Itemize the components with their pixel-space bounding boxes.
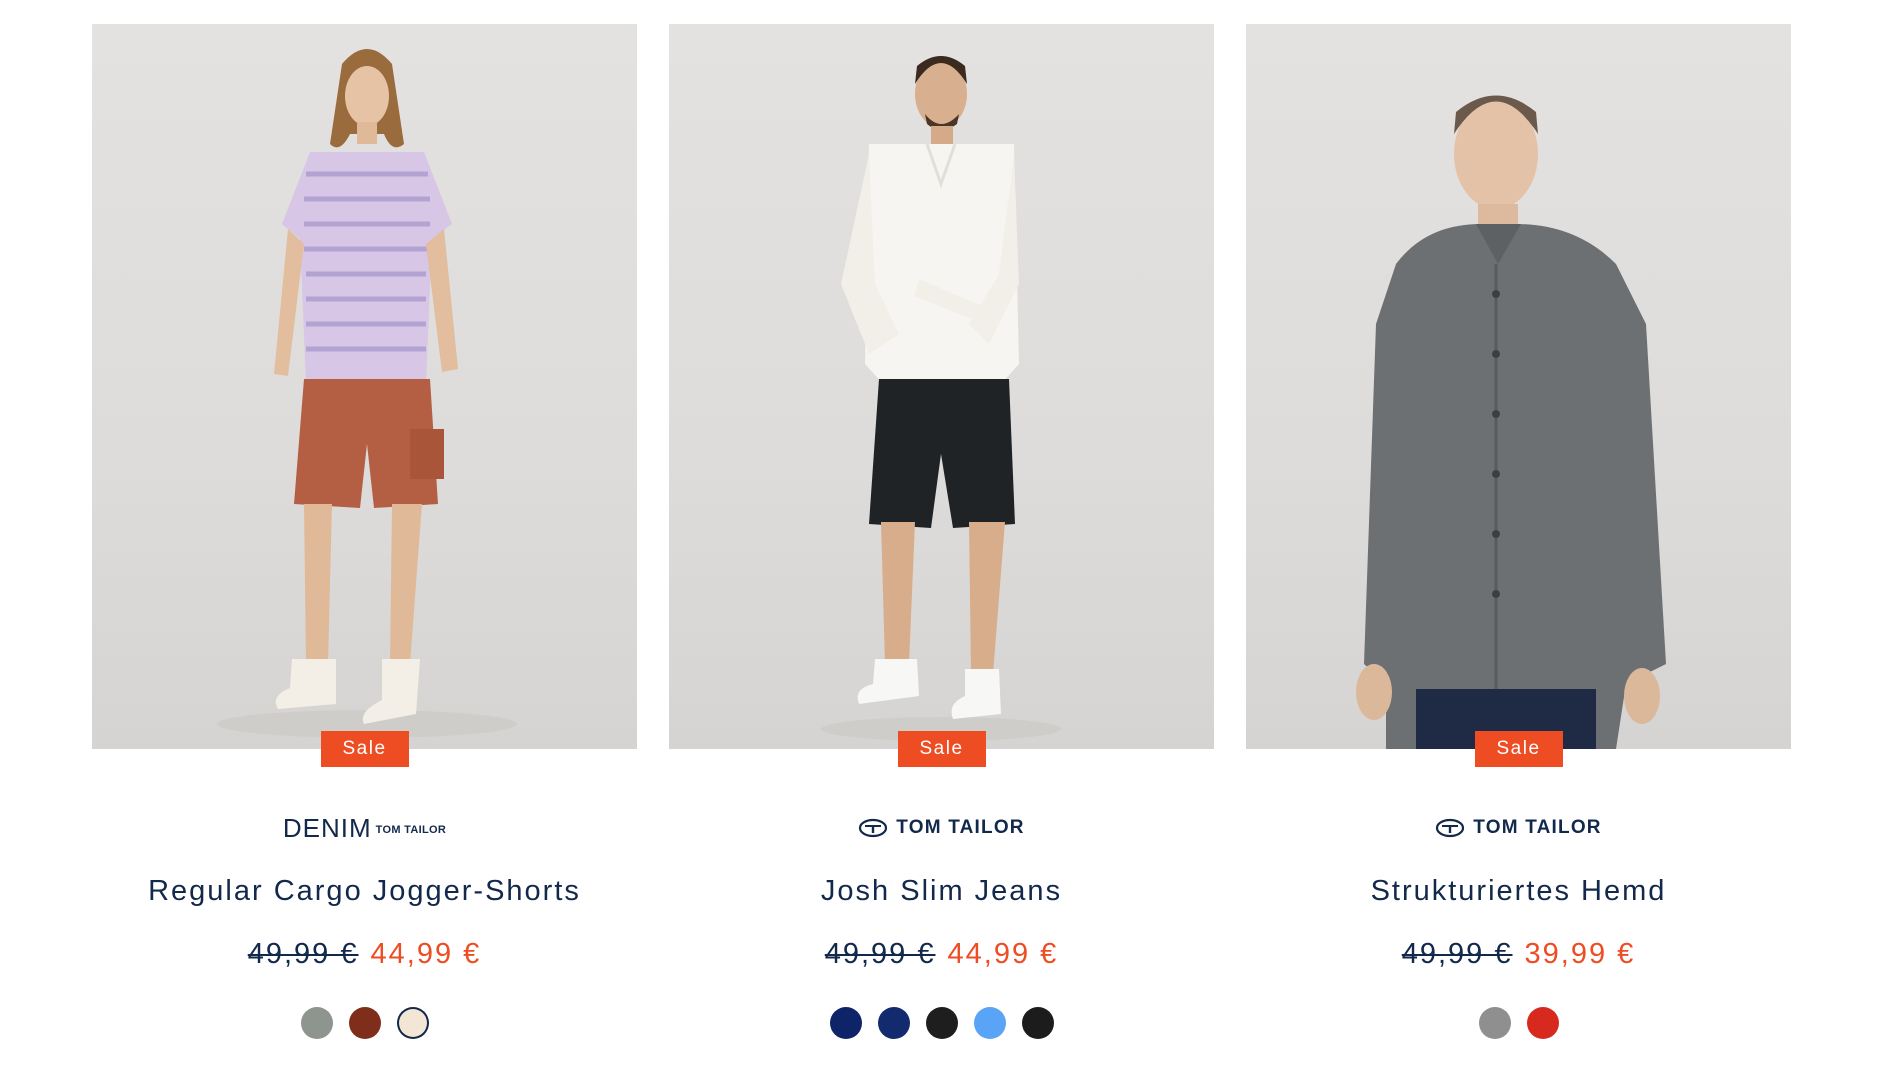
model-illustration: [217, 49, 517, 738]
model-illustration: [821, 56, 1061, 741]
product-image[interactable]: [92, 24, 637, 749]
product-title[interactable]: Regular Cargo Jogger-Shorts: [148, 875, 581, 908]
color-swatch[interactable]: [348, 1007, 381, 1039]
original-price: 49,99 €: [824, 938, 936, 970]
color-swatches: [300, 1007, 429, 1039]
price-block: 49,99 € 39,99 €: [1402, 938, 1636, 971]
product-title[interactable]: Josh Slim Jeans: [821, 875, 1062, 908]
brand-logo-tomtailor-small: TOM TAILOR: [375, 824, 447, 836]
price-block: 49,99 € 44,99 €: [825, 938, 1059, 971]
product-grid: Sale DENIM TOM TAILOR Regular Cargo Jogg…: [92, 24, 1791, 1039]
product-title[interactable]: Strukturiertes Hemd: [1371, 875, 1667, 908]
price-block: 49,99 € 44,99 €: [248, 938, 482, 971]
color-swatch[interactable]: [1526, 1007, 1559, 1039]
product-card[interactable]: Sale TOM TAILOR Josh Slim Jeans 49,99 € …: [669, 24, 1214, 1039]
color-swatches: [829, 1007, 1054, 1039]
brand-logo[interactable]: TOM TAILOR: [858, 813, 1024, 843]
sale-price: 44,99 €: [370, 938, 482, 970]
product-image-container[interactable]: Sale: [92, 24, 637, 767]
brand-logo[interactable]: TOM TAILOR: [1435, 813, 1601, 843]
original-price: 49,99 €: [247, 938, 359, 970]
brand-name: TOM TAILOR: [1473, 817, 1602, 838]
color-swatch[interactable]: [300, 1007, 333, 1039]
color-swatch[interactable]: [1021, 1007, 1054, 1039]
product-image[interactable]: [1246, 24, 1791, 749]
sale-price: 44,99 €: [947, 938, 1059, 970]
product-image[interactable]: [669, 24, 1214, 749]
brand-logo[interactable]: DENIM TOM TAILOR: [283, 813, 446, 843]
color-swatch[interactable]: [973, 1007, 1006, 1039]
product-image-container[interactable]: Sale: [1246, 24, 1791, 767]
model-illustration: [1356, 95, 1666, 749]
color-swatch[interactable]: [925, 1007, 958, 1039]
sale-price: 39,99 €: [1524, 938, 1636, 970]
sale-badge: Sale: [320, 731, 409, 767]
color-swatch[interactable]: [829, 1007, 862, 1039]
color-swatches: [1478, 1007, 1559, 1039]
color-swatch[interactable]: [877, 1007, 910, 1039]
color-swatch[interactable]: [1478, 1007, 1511, 1039]
sale-badge: Sale: [897, 731, 986, 767]
product-card[interactable]: Sale TOM TAILOR Strukturiertes Hemd 49,9…: [1246, 24, 1791, 1039]
tomtailor-logo-icon: [859, 818, 888, 838]
tomtailor-logo-icon: [1436, 818, 1465, 838]
brand-name: TOM TAILOR: [896, 817, 1025, 838]
product-image-container[interactable]: Sale: [669, 24, 1214, 767]
color-swatch-selected[interactable]: [396, 1007, 429, 1039]
sale-badge: Sale: [1474, 731, 1563, 767]
original-price: 49,99 €: [1401, 938, 1513, 970]
brand-logo-denim: DENIM: [282, 813, 372, 843]
product-card[interactable]: Sale DENIM TOM TAILOR Regular Cargo Jogg…: [92, 24, 637, 1039]
